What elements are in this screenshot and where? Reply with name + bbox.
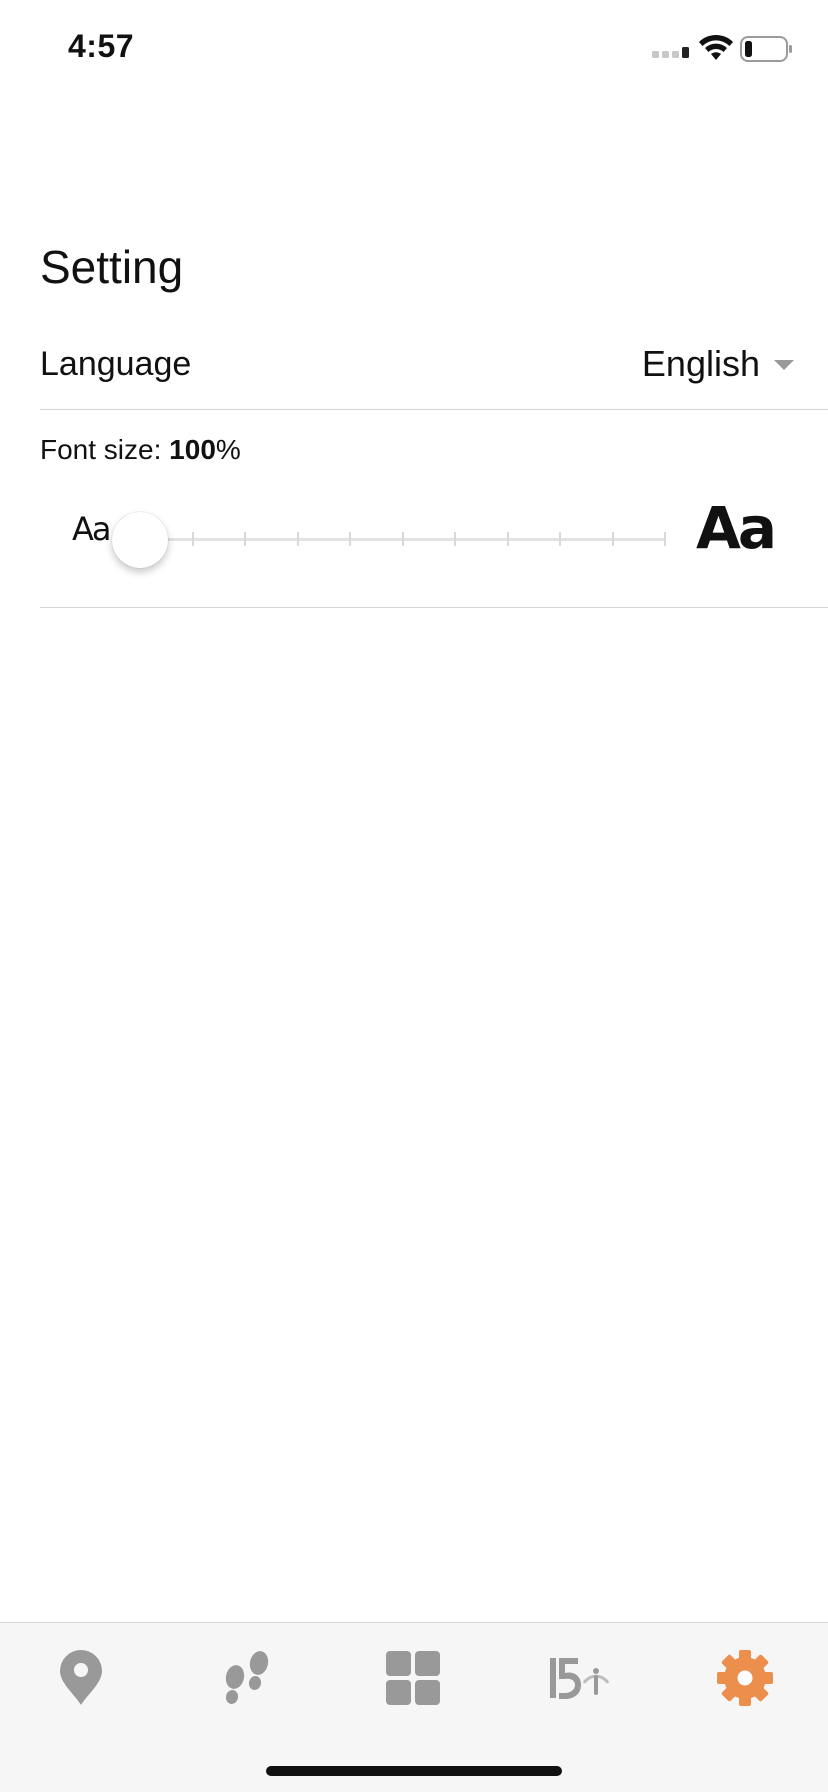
font-size-value: 100 (169, 434, 216, 465)
slider-tick (349, 532, 351, 546)
slider-tick (454, 532, 456, 546)
slider-tick (244, 532, 246, 546)
small-font-sample: Aa (72, 510, 111, 548)
tab-grid[interactable] (368, 1643, 458, 1713)
large-font-sample: Aa (696, 494, 777, 562)
status-bar: 4:57 (0, 0, 828, 100)
page-title: Setting (40, 241, 184, 293)
cellular-signal-icon (652, 47, 689, 58)
slider-tick (296, 532, 299, 546)
slider-tick (559, 532, 561, 546)
language-value: English (641, 343, 760, 384)
tab-settings[interactable] (700, 1643, 790, 1713)
settings-screen: 4:57 Setting Language English Font size:… (0, 0, 828, 1792)
slider-tick (611, 532, 614, 546)
slider-tick (506, 532, 509, 546)
language-row: Language English (40, 335, 828, 410)
slider-tick (191, 532, 194, 546)
slider-tick (401, 532, 404, 546)
footprints-icon (225, 1651, 269, 1704)
slider-thumb[interactable] (112, 512, 168, 568)
language-label: Language (40, 345, 192, 383)
tab-footprints[interactable] (202, 1643, 292, 1713)
grid-icon (386, 1651, 440, 1705)
font-size-row: Font size: 100% Aa Aa (40, 410, 828, 608)
gear-icon (717, 1650, 773, 1706)
font-size-label-prefix: Font size: (40, 434, 170, 465)
font-size-slider[interactable] (112, 510, 666, 570)
status-time: 4:57 (68, 28, 135, 64)
caret-down-icon (774, 360, 794, 370)
tab-map[interactable] (36, 1643, 126, 1713)
language-dropdown[interactable]: English (642, 339, 794, 389)
font-size-unit: % (215, 434, 241, 465)
tab-bar (0, 1622, 828, 1792)
home-indicator (266, 1766, 562, 1776)
map-pin-icon (60, 1650, 102, 1705)
tab-anniversary[interactable] (534, 1643, 624, 1713)
battery-low-icon (740, 36, 792, 62)
anniversary-150-icon (550, 1658, 610, 1699)
slider-tick (664, 532, 666, 546)
wifi-icon (699, 34, 733, 60)
font-size-label: Font size: 100% (40, 434, 241, 466)
